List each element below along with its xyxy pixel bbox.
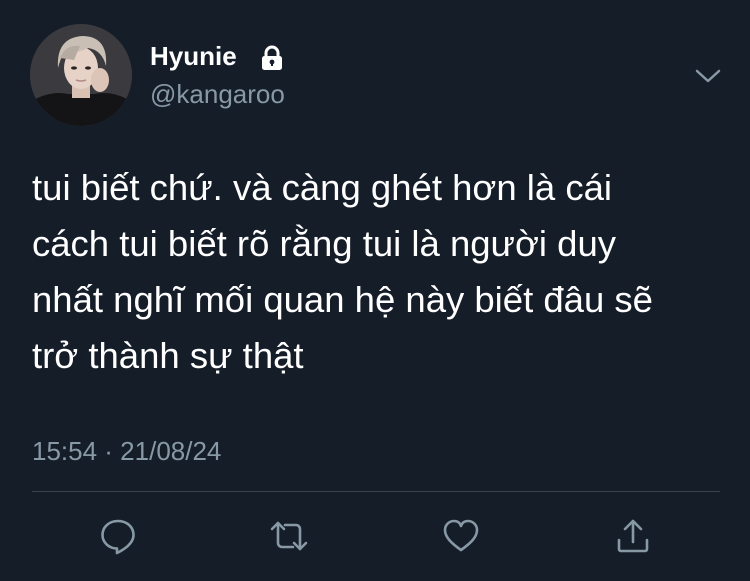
divider xyxy=(32,491,720,492)
retweet-icon xyxy=(270,521,308,551)
tweet-text-line: cách tui biết rõ rằng tui là người duy xyxy=(32,223,617,264)
tweet-text-line: nhất nghĩ mối quan hệ này biết đâu sẽ xyxy=(32,279,653,320)
tweet-timestamp[interactable]: 15:54 · 21/08/24 xyxy=(32,433,221,469)
tweet-card: Hyunie @kangaroo tui biết chứ. và càng g… xyxy=(0,0,750,581)
tweet-text: tui biết chứ. và càng ghét hơn là cái cá… xyxy=(32,160,732,384)
reply-icon xyxy=(101,519,135,555)
retweet-button[interactable] xyxy=(267,514,311,558)
avatar[interactable] xyxy=(30,24,132,126)
display-name[interactable]: Hyunie xyxy=(150,40,237,72)
share-button[interactable] xyxy=(611,514,655,558)
user-handle[interactable]: @kangaroo xyxy=(150,78,285,110)
share-icon xyxy=(617,519,649,553)
chevron-down-icon[interactable] xyxy=(693,63,723,87)
like-button[interactable] xyxy=(439,514,483,558)
tweet-text-line: trở thành sự thật xyxy=(32,335,304,376)
lock-icon xyxy=(262,45,282,70)
heart-icon xyxy=(443,519,479,552)
tweet-text-line: tui biết chứ. và càng ghét hơn là cái xyxy=(32,167,612,208)
reply-button[interactable] xyxy=(96,514,140,558)
profile-photo xyxy=(30,24,132,126)
